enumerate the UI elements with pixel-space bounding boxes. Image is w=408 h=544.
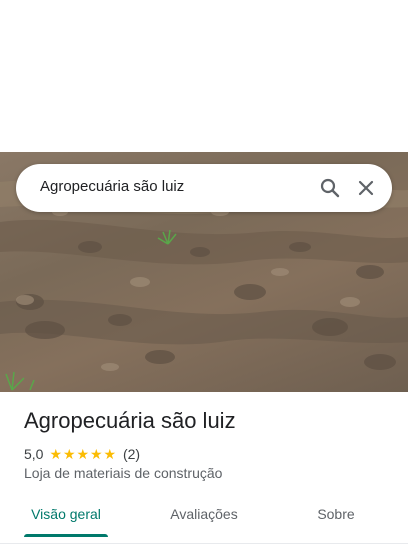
map-area <box>0 0 408 152</box>
star-icon: ★ <box>89 446 103 462</box>
star-icon: ★ <box>49 446 63 462</box>
search-icon[interactable] <box>318 176 342 200</box>
star-icon: ★ <box>103 446 117 462</box>
star-icon: ★ <box>62 446 76 462</box>
tab-overview[interactable]: Visão geral <box>24 496 108 532</box>
star-icon: ★ <box>76 446 90 462</box>
review-count[interactable]: (2) <box>123 446 140 462</box>
rating-value: 5,0 <box>24 446 44 462</box>
close-icon[interactable] <box>354 176 378 200</box>
rating-row[interactable]: 5,0 ★ ★ ★ ★ ★ (2) <box>24 445 140 463</box>
search-bar[interactable]: Agropecuária são luiz <box>16 164 392 212</box>
star-rating: ★ ★ ★ ★ ★ <box>49 447 117 461</box>
active-tab-indicator <box>24 534 108 537</box>
tab-about[interactable]: Sobre <box>300 496 372 532</box>
place-title: Agropecuária são luiz <box>24 408 236 433</box>
search-input[interactable]: Agropecuária são luiz <box>40 178 184 195</box>
tab-reviews[interactable]: Avaliações <box>160 496 248 532</box>
place-category: Loja de materiais de construção <box>24 465 223 481</box>
